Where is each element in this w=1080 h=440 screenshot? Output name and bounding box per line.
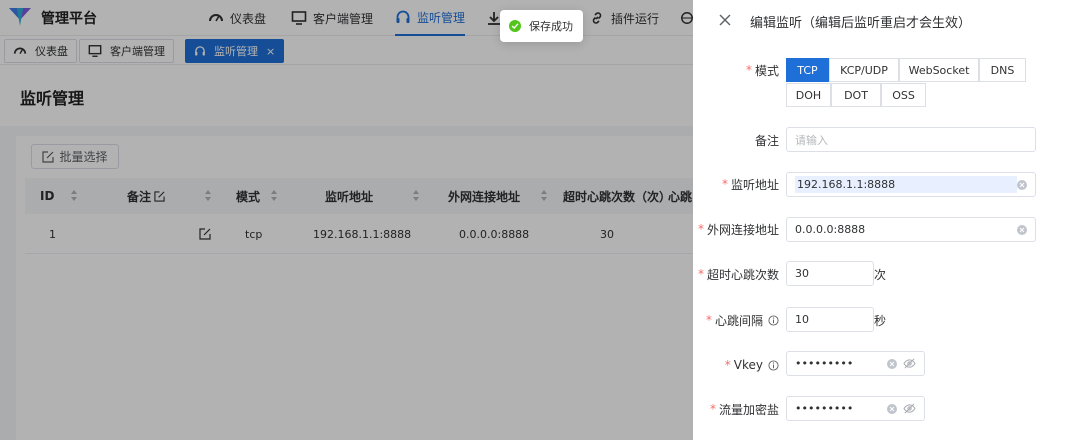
listen-address-label-text: 监听地址 (730, 177, 779, 192)
drawer-mask[interactable] (0, 0, 693, 440)
vkey-value: ••••••••• (795, 357, 854, 370)
timeout-value: 30 (795, 267, 809, 280)
salt-label-text: 流量加密盐 (718, 402, 779, 417)
required-mark: * (721, 177, 728, 191)
interval-label-text: 心跳间隔 (714, 313, 763, 328)
clear-icon[interactable] (1017, 224, 1027, 235)
mode-label: * 模式 (746, 58, 779, 82)
public-address-label: * 外网连接地址 (698, 217, 779, 241)
info-icon[interactable] (768, 314, 779, 326)
interval-unit: 秒 (874, 313, 887, 328)
remark-input[interactable]: 请输入 (786, 127, 1036, 152)
required-mark: * (745, 63, 752, 77)
success-toast: 保存成功 (500, 10, 583, 42)
salt-label: * 流量加密盐 (710, 397, 779, 421)
remark-placeholder: 请输入 (795, 133, 828, 147)
listen-address-label: * 监听地址 (722, 172, 779, 196)
timeout-unit: 次 (874, 267, 887, 282)
listen-address-input[interactable]: 192.168.1.1:8888 (786, 172, 1036, 197)
vkey-input[interactable]: ••••••••• (786, 351, 925, 376)
mode-option-dot[interactable]: DOT (831, 83, 881, 107)
clear-icon[interactable] (887, 403, 897, 414)
mode-option-doh[interactable]: DOH (786, 83, 831, 107)
required-mark: * (697, 267, 704, 281)
eye-off-icon[interactable] (903, 403, 916, 414)
vkey-label-text: Vkey (733, 358, 763, 372)
check-circle-icon (509, 20, 521, 32)
required-mark: * (705, 313, 712, 327)
timeout-label-text: 超时心跳次数 (706, 267, 779, 282)
public-address-input[interactable]: 0.0.0.0:8888 (786, 217, 1036, 242)
mode-option-oss[interactable]: OSS (881, 83, 926, 107)
required-mark: * (709, 402, 716, 416)
mode-option-dns[interactable]: DNS (979, 58, 1026, 82)
toast-text: 保存成功 (529, 20, 573, 33)
salt-input[interactable]: ••••••••• (786, 396, 925, 421)
public-address-value: 0.0.0.0:8888 (795, 223, 866, 236)
drawer-title: 编辑监听（编辑后监听重启才会生效） (750, 16, 972, 31)
clear-icon[interactable] (887, 358, 897, 369)
clear-icon[interactable] (1017, 179, 1027, 190)
info-icon[interactable] (768, 359, 779, 371)
interval-value: 10 (795, 313, 809, 326)
close-icon[interactable] (717, 12, 733, 28)
mode-option-websocket[interactable]: WebSocket (899, 58, 979, 82)
required-mark: * (724, 358, 731, 372)
timeout-input[interactable]: 30 (786, 261, 874, 286)
interval-label: * 心跳间隔 (706, 308, 779, 332)
mode-option-tcp[interactable]: TCP (786, 58, 829, 82)
timeout-label: * 超时心跳次数 (698, 262, 779, 286)
vkey-label: * Vkey (725, 353, 779, 377)
interval-input[interactable]: 10 (786, 307, 874, 332)
public-address-label-text: 外网连接地址 (706, 222, 779, 237)
mode-option-kcp-udp[interactable]: KCP/UDP (829, 58, 899, 82)
eye-off-icon[interactable] (903, 358, 916, 369)
mode-label-text: 模式 (754, 63, 779, 78)
remark-label: 备注 (754, 133, 779, 148)
edit-listen-drawer: 编辑监听（编辑后监听重启才会生效） * 模式 TCP KCP/UDP WebSoc… (693, 0, 1080, 440)
salt-value: ••••••••• (795, 402, 854, 415)
required-mark: * (697, 222, 704, 236)
listen-address-value: 192.168.1.1:8888 (795, 176, 1017, 193)
